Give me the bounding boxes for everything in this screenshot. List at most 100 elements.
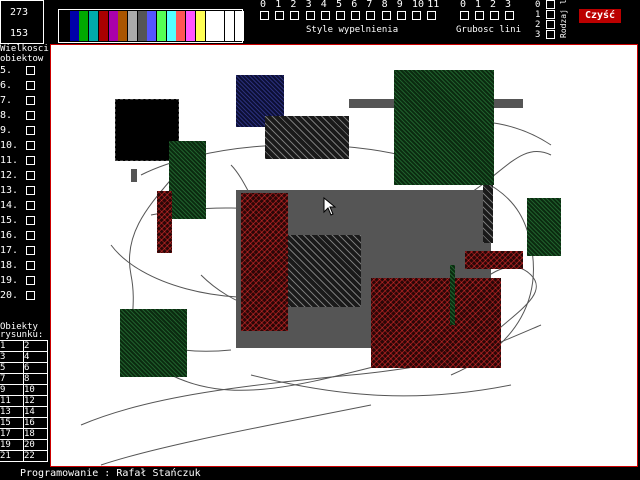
object-row[interactable]: 34 bbox=[0, 352, 48, 363]
fill-style-checkbox[interactable] bbox=[366, 11, 376, 20]
green-right-rect-shape[interactable] bbox=[527, 198, 561, 256]
green-vertical-line-shape[interactable] bbox=[450, 265, 455, 325]
drawing-canvas[interactable] bbox=[50, 44, 638, 467]
color-swatch[interactable] bbox=[176, 11, 186, 41]
object-cell[interactable]: 17 bbox=[0, 429, 24, 439]
object-cell[interactable]: 6 bbox=[24, 363, 48, 373]
color-swatch[interactable] bbox=[224, 11, 234, 41]
fill-style-checkbox[interactable] bbox=[396, 11, 406, 20]
fill-style-checkbox[interactable] bbox=[412, 11, 421, 20]
size-checkbox[interactable] bbox=[26, 111, 35, 120]
size-checkbox[interactable] bbox=[26, 276, 35, 285]
color-swatch[interactable] bbox=[147, 11, 157, 41]
green-tall-rect-shape[interactable] bbox=[169, 141, 206, 219]
color-swatch[interactable] bbox=[186, 11, 196, 41]
red-thin-rect-shape[interactable] bbox=[157, 191, 172, 253]
color-swatch[interactable] bbox=[89, 11, 99, 41]
object-row[interactable]: 19 20 bbox=[0, 440, 48, 451]
line-thickness-checkbox[interactable] bbox=[475, 11, 484, 20]
fill-style-checkbox[interactable] bbox=[275, 11, 285, 20]
object-row[interactable]: 56 bbox=[0, 363, 48, 374]
object-row[interactable]: 12 bbox=[0, 341, 48, 352]
object-cell[interactable]: 5 bbox=[0, 363, 24, 373]
green-bottom-square-shape[interactable] bbox=[120, 309, 187, 377]
color-swatch[interactable] bbox=[234, 11, 244, 41]
object-cell[interactable]: 9 bbox=[0, 385, 24, 395]
object-cell[interactable]: 10 bbox=[24, 385, 48, 395]
color-swatch[interactable] bbox=[127, 11, 137, 41]
object-cell[interactable]: 14 bbox=[24, 407, 48, 417]
object-cell[interactable]: 8 bbox=[24, 374, 48, 384]
object-cell[interactable]: 19 bbox=[0, 440, 24, 450]
object-cell[interactable]: 13 bbox=[0, 407, 24, 417]
size-checkbox[interactable] bbox=[26, 66, 35, 75]
color-swatch[interactable] bbox=[215, 11, 225, 41]
line-thickness-checkbox[interactable] bbox=[460, 11, 469, 20]
dark-vertical-strip-shape[interactable] bbox=[483, 185, 493, 243]
size-checkbox[interactable] bbox=[26, 126, 35, 135]
red-bar-shape[interactable] bbox=[465, 251, 523, 269]
color-swatch[interactable] bbox=[137, 11, 147, 41]
color-swatch[interactable] bbox=[205, 11, 215, 41]
size-checkbox[interactable] bbox=[26, 81, 35, 90]
object-cell[interactable]: 7 bbox=[0, 374, 24, 384]
line-type-checkbox[interactable] bbox=[546, 10, 555, 19]
object-cell[interactable]: 11 bbox=[0, 396, 24, 406]
size-checkbox[interactable] bbox=[26, 216, 35, 225]
object-cell[interactable]: 12 bbox=[24, 396, 48, 406]
object-cell[interactable]: 20 bbox=[24, 440, 48, 450]
object-cell[interactable]: 1 bbox=[0, 341, 24, 351]
fill-style-checkbox[interactable] bbox=[290, 11, 300, 20]
object-cell[interactable]: 22 bbox=[24, 451, 48, 461]
clear-button[interactable]: Czyść bbox=[579, 9, 621, 23]
object-row[interactable]: 11 12 bbox=[0, 396, 48, 407]
fill-style-checkbox[interactable] bbox=[305, 11, 315, 20]
grey-small-square-shape[interactable] bbox=[283, 235, 361, 307]
object-cell[interactable]: 15 bbox=[0, 418, 24, 428]
fill-style-checkbox[interactable] bbox=[351, 11, 361, 20]
objects-table[interactable]: 1 2 3 4 5 6 7 8 9 10 11 12 13 14 15 16 17 18 19 20 21 22 bbox=[0, 340, 48, 462]
fill-style-checkbox[interactable] bbox=[427, 11, 437, 20]
object-cell[interactable]: 3 bbox=[0, 352, 24, 362]
size-checkbox[interactable] bbox=[26, 246, 35, 255]
line-type-selector[interactable]: 0123 bbox=[532, 0, 560, 40]
object-cell[interactable]: 21 bbox=[0, 451, 24, 461]
color-swatch[interactable] bbox=[118, 11, 128, 41]
object-cell[interactable]: 18 bbox=[24, 429, 48, 439]
line-type-checkbox[interactable] bbox=[546, 0, 555, 9]
object-cell[interactable]: 2 bbox=[24, 341, 48, 351]
object-cell[interactable]: 16 bbox=[24, 418, 48, 428]
color-swatch[interactable] bbox=[79, 11, 89, 41]
color-swatch[interactable] bbox=[69, 11, 79, 41]
fill-style-checkbox[interactable] bbox=[381, 11, 391, 20]
red-large-square-shape[interactable] bbox=[371, 278, 501, 368]
red-tall-rect-shape[interactable] bbox=[241, 193, 288, 331]
green-large-square-shape[interactable] bbox=[394, 70, 494, 185]
object-cell[interactable]: 4 bbox=[24, 352, 48, 362]
fill-style-checkbox[interactable] bbox=[320, 11, 330, 20]
line-type-checkbox[interactable] bbox=[546, 20, 555, 29]
object-row[interactable]: 13 14 bbox=[0, 407, 48, 418]
size-checkbox[interactable] bbox=[26, 96, 35, 105]
color-swatch[interactable] bbox=[166, 11, 176, 41]
crosshatch-rect-shape[interactable] bbox=[265, 116, 349, 159]
size-checkbox[interactable] bbox=[26, 201, 35, 210]
color-swatch[interactable] bbox=[98, 11, 108, 41]
line-thickness-checkbox[interactable] bbox=[490, 11, 499, 20]
size-checkbox[interactable] bbox=[26, 186, 35, 195]
object-row[interactable]: 17 18 bbox=[0, 429, 48, 440]
color-swatch[interactable] bbox=[157, 11, 166, 41]
small-grey-tick-shape[interactable] bbox=[131, 169, 137, 182]
size-checkbox[interactable] bbox=[26, 141, 35, 150]
size-checkbox[interactable] bbox=[26, 231, 35, 240]
size-checkbox[interactable] bbox=[26, 261, 35, 270]
object-row[interactable]: 21 22 bbox=[0, 451, 48, 462]
line-type-checkbox[interactable] bbox=[546, 30, 555, 39]
fill-style-checkbox[interactable] bbox=[336, 11, 345, 20]
size-checkbox[interactable] bbox=[26, 291, 35, 300]
line-thickness-checkbox[interactable] bbox=[505, 11, 514, 20]
color-swatch[interactable] bbox=[195, 11, 205, 41]
object-row[interactable]: 9 10 bbox=[0, 385, 48, 396]
color-swatch[interactable] bbox=[108, 11, 118, 41]
size-checkbox[interactable] bbox=[26, 156, 35, 165]
